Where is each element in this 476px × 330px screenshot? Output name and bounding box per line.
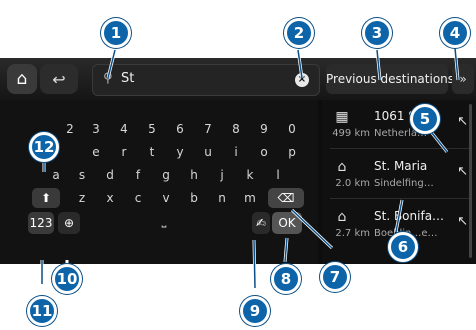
callout-9: 9 <box>240 296 270 326</box>
callout-10: 10 <box>52 264 82 294</box>
callout-3: 3 <box>362 18 392 48</box>
callout-7: 7 <box>320 262 350 292</box>
callout-5: 5 <box>410 104 440 134</box>
callout-8: 8 <box>271 264 301 294</box>
callout-1: 1 <box>101 18 131 48</box>
callout-6: 6 <box>388 232 418 262</box>
callout-12: 12 <box>29 132 59 162</box>
callout-11: 11 <box>27 296 57 326</box>
callout-4: 4 <box>440 18 470 48</box>
callout-2: 2 <box>284 18 314 48</box>
